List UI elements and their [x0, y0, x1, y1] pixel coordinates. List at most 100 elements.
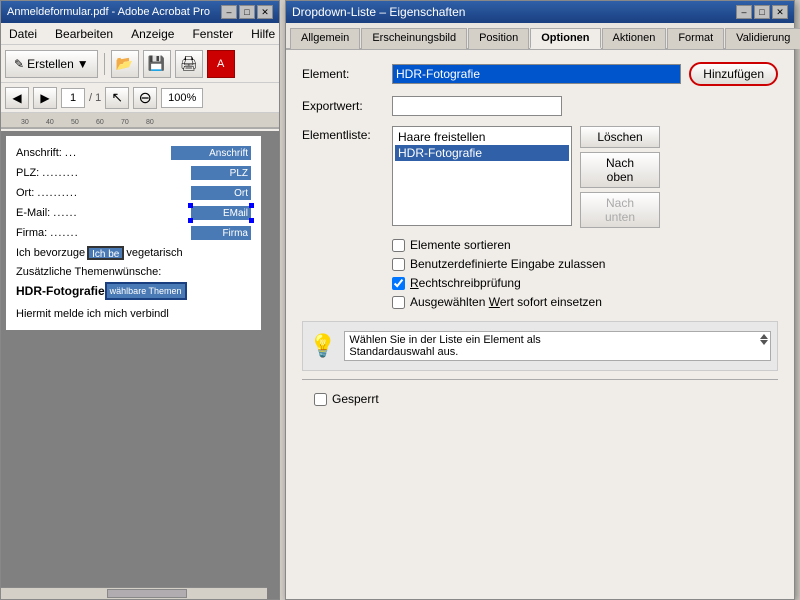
- svg-text:70: 70: [121, 119, 129, 126]
- email-field-label: EMail: [223, 208, 248, 219]
- svg-text:40: 40: [46, 119, 54, 126]
- firma-row: Firma: ....... Firma: [16, 226, 251, 240]
- svg-text:60: 60: [96, 119, 104, 126]
- menu-hilfe[interactable]: Hilfe: [247, 25, 279, 43]
- select-tool-btn[interactable]: ↖: [105, 87, 129, 109]
- ich-be-field[interactable]: Ich be: [87, 246, 124, 260]
- menu-bearbeiten[interactable]: Bearbeiten: [51, 25, 117, 43]
- maximize-btn[interactable]: □: [239, 5, 255, 19]
- plz-field[interactable]: PLZ: [191, 166, 251, 180]
- create-icon: ✎: [14, 57, 24, 71]
- hiermit-text: Hiermit melde ich mich verbindl: [16, 308, 169, 320]
- gesperrt-checkbox[interactable]: [314, 393, 327, 406]
- checkbox-rechtschreibung[interactable]: [392, 277, 405, 290]
- dialog-minimize-btn[interactable]: –: [736, 5, 752, 19]
- horizontal-scrollbar[interactable]: [1, 587, 267, 599]
- themen-label: Zusätzliche Themenwünsche:: [16, 266, 161, 278]
- tab-position[interactable]: Position: [468, 28, 529, 49]
- hinzufuegen-button[interactable]: Hinzufügen: [689, 62, 778, 86]
- element-input[interactable]: [392, 64, 681, 84]
- toolbar: ✎ Erstellen ▼ 📂 💾 🖨 A: [1, 45, 279, 83]
- gesperrt-row: Gesperrt: [302, 386, 778, 412]
- ort-field[interactable]: Ort: [191, 186, 251, 200]
- save-button[interactable]: 💾: [143, 50, 171, 78]
- tab-allgemein[interactable]: Allgemein: [290, 28, 360, 49]
- anschrift-field-label: Anschrift: [209, 148, 248, 159]
- nav-bar: ◀ ▶ / 1 ↖ ⊖: [1, 83, 279, 113]
- preview-text-1: Wählen Sie in der Liste ein Element als: [349, 334, 540, 346]
- create-arrow-icon: ▼: [77, 57, 89, 71]
- hdr-text: HDR-Fotografie: [16, 284, 105, 298]
- anschrift-row: Anschrift: ... Anschrift: [16, 146, 251, 160]
- zoom-input[interactable]: [161, 88, 203, 108]
- nach-oben-button[interactable]: Nach oben: [580, 152, 660, 188]
- next-page-btn[interactable]: ▶: [33, 87, 57, 109]
- waehlbare-field[interactable]: wählbare Themen: [105, 282, 187, 300]
- scrollbar-thumb[interactable]: [107, 589, 187, 598]
- toolbar-separator: [104, 53, 105, 75]
- svg-text:80: 80: [146, 119, 154, 126]
- firma-label: Firma: .......: [16, 227, 79, 239]
- tab-validierung[interactable]: Validierung: [725, 28, 800, 49]
- open-button[interactable]: 📂: [111, 50, 139, 78]
- checkbox-benutzerdefiniert-label: Benutzerdefinierte Eingabe zulassen: [410, 257, 605, 271]
- checkbox-sofort[interactable]: [392, 296, 405, 309]
- prev-page-btn[interactable]: ◀: [5, 87, 29, 109]
- main-titlebar: Anmeldeformular.pdf - Adobe Acrobat Pro …: [1, 1, 279, 23]
- create-button[interactable]: ✎ Erstellen ▼: [5, 50, 98, 78]
- tab-erscheinungsbild[interactable]: Erscheinungsbild: [361, 28, 467, 49]
- elementliste-box[interactable]: Haare freistellen HDR-Fotografie: [392, 126, 572, 226]
- dialog-maximize-btn[interactable]: □: [754, 5, 770, 19]
- waehlbare-label: wählbare Themen: [110, 286, 182, 296]
- dropdown-arrows: [760, 334, 768, 345]
- anschrift-label: Anschrift: ...: [16, 147, 77, 159]
- ich-bevorzuge-text: Ich bevorzuge: [16, 247, 85, 259]
- firma-field-label: Firma: [222, 228, 248, 239]
- ort-field-label: Ort: [234, 188, 248, 199]
- menu-fenster[interactable]: Fenster: [188, 25, 237, 43]
- arrow-up-icon[interactable]: [760, 334, 768, 339]
- main-titlebar-buttons: – □ ✕: [221, 5, 273, 19]
- elementliste-label: Elementliste:: [302, 126, 392, 228]
- themen-label-row: Zusätzliche Themenwünsche:: [16, 266, 251, 278]
- ort-label: Ort: ..........: [16, 187, 78, 199]
- preview-dropdown[interactable]: Wählen Sie in der Liste ein Element als …: [344, 331, 771, 361]
- bulb-icon: 💡: [309, 333, 336, 359]
- ruler: 30 40 50 60 70 80: [1, 113, 279, 129]
- tab-format[interactable]: Format: [667, 28, 724, 49]
- list-item-hdr[interactable]: HDR-Fotografie: [395, 145, 569, 161]
- acrobat-icon: A: [207, 50, 235, 78]
- menu-bar: Datei Bearbeiten Anzeige Fenster Hilfe: [1, 23, 279, 45]
- email-field[interactable]: EMail: [191, 206, 251, 220]
- dialog-close-btn[interactable]: ✕: [772, 5, 788, 19]
- close-btn[interactable]: ✕: [257, 5, 273, 19]
- hdr-row: HDR-Fotografie wählbare Themen: [16, 282, 251, 300]
- firma-field[interactable]: Firma: [191, 226, 251, 240]
- list-item-haare[interactable]: Haare freistellen: [395, 129, 569, 145]
- nach-unten-button[interactable]: Nach unten: [580, 192, 660, 228]
- dialog-content: Element: Hinzufügen Exportwert: Elementl…: [286, 50, 794, 424]
- arrow-down-icon[interactable]: [760, 340, 768, 345]
- anschrift-field[interactable]: Anschrift: [171, 146, 251, 160]
- tab-optionen[interactable]: Optionen: [530, 28, 600, 49]
- print-button[interactable]: 🖨: [175, 50, 203, 78]
- current-page-input[interactable]: [61, 88, 85, 108]
- checkbox-sofort-row: Ausgewählten Wert sofort einsetzen: [392, 295, 778, 309]
- checkboxes-section: Elemente sortieren Benutzerdefinierte Ei…: [392, 238, 778, 309]
- minimize-btn[interactable]: –: [221, 5, 237, 19]
- loeschen-button[interactable]: Löschen: [580, 126, 660, 148]
- menu-anzeige[interactable]: Anzeige: [127, 25, 178, 43]
- exportwert-input[interactable]: [392, 96, 562, 116]
- zoom-out-btn[interactable]: ⊖: [133, 87, 157, 109]
- ich-bev-row: Ich bevorzuge Ich be vegetarisch: [16, 246, 251, 260]
- menu-datei[interactable]: Datei: [5, 25, 41, 43]
- tab-aktionen[interactable]: Aktionen: [602, 28, 667, 49]
- exportwert-row: Exportwert:: [302, 96, 778, 116]
- handle-bl: [188, 218, 193, 223]
- document-page: Anschrift: ... Anschrift PLZ: ......... …: [6, 136, 261, 330]
- plz-row: PLZ: ......... PLZ: [16, 166, 251, 180]
- handle-tl: [188, 203, 193, 208]
- checkbox-benutzerdefiniert[interactable]: [392, 258, 405, 271]
- main-window: Anmeldeformular.pdf - Adobe Acrobat Pro …: [0, 0, 280, 600]
- checkbox-sortieren[interactable]: [392, 239, 405, 252]
